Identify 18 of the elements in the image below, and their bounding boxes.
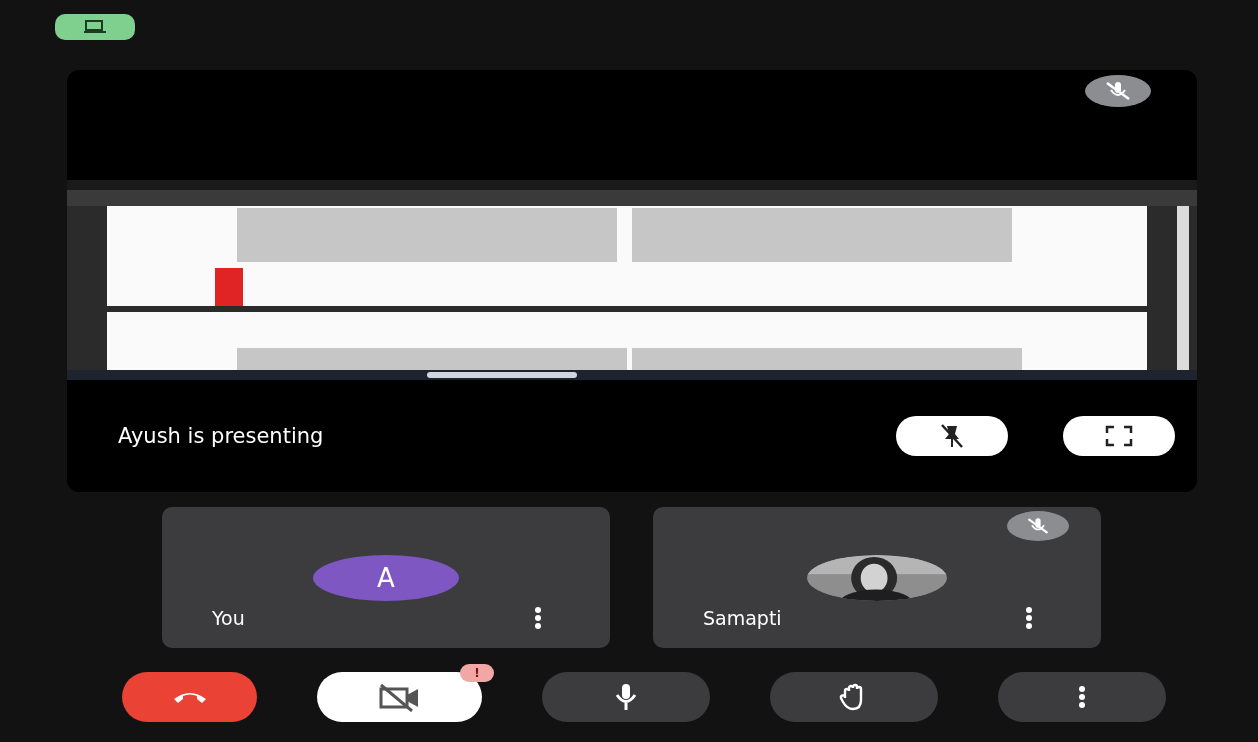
end-call-button[interactable] — [122, 672, 257, 722]
participant-name: Samapti — [703, 607, 782, 629]
screen-icon — [84, 20, 106, 34]
presenter-caption: Ayush is presenting — [118, 424, 324, 448]
alert-badge: ! — [460, 664, 494, 682]
more-icon — [1025, 607, 1033, 629]
fullscreen-button[interactable] — [1063, 416, 1175, 456]
device-badge[interactable] — [55, 14, 135, 40]
microphone-icon — [613, 682, 639, 712]
participant-name: You — [212, 607, 245, 629]
fullscreen-icon — [1105, 425, 1133, 447]
pin-button[interactable] — [896, 416, 1008, 456]
raise-hand-button[interactable] — [770, 672, 938, 722]
avatar: A — [313, 555, 459, 601]
microphone-button[interactable] — [542, 672, 710, 722]
more-icon — [534, 607, 542, 629]
more-icon — [1078, 686, 1086, 708]
camera-button[interactable] — [317, 672, 482, 722]
